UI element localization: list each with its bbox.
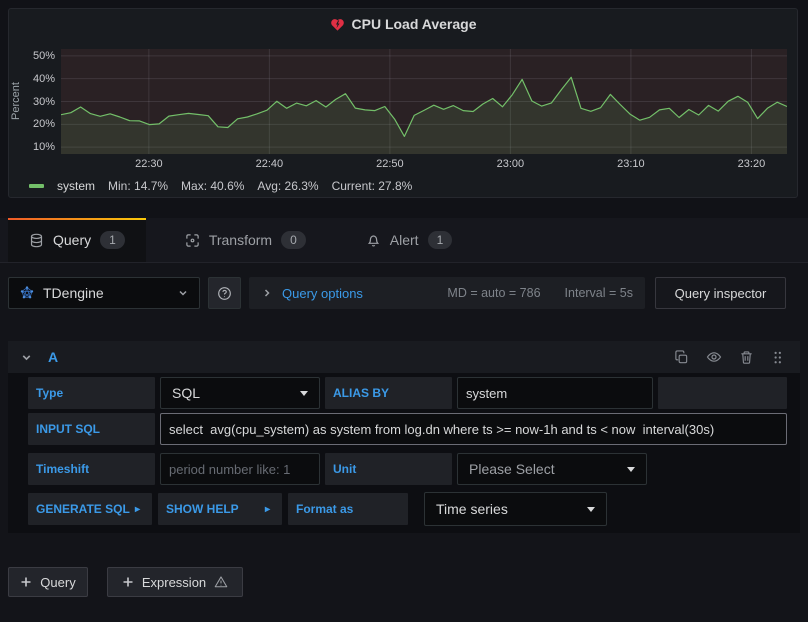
drag-handle-icon[interactable] [771, 350, 784, 365]
x-tick-label: 22:30 [125, 158, 173, 170]
duplicate-query-icon[interactable] [674, 350, 689, 365]
sql-input[interactable] [160, 413, 787, 445]
legend-series-name[interactable]: system [57, 179, 95, 193]
process-icon [185, 233, 200, 248]
generate-sql-button[interactable]: GENERATE SQL ▸ [28, 493, 152, 525]
triangle-right-icon: ▸ [265, 504, 270, 515]
max-datapoints-text: MD = auto = 786 [447, 286, 540, 300]
database-icon [29, 233, 44, 248]
plus-icon [20, 576, 32, 588]
format-as-select[interactable]: Time series [424, 492, 607, 526]
legend-max: Max: 40.6% [181, 179, 244, 193]
legend-current: Current: 27.8% [332, 179, 413, 193]
bell-icon [366, 233, 381, 248]
alias-by-label: ALIAS BY [325, 377, 452, 409]
plus-icon [122, 576, 134, 588]
query-options-bar: Query options MD = auto = 786 Interval =… [249, 277, 645, 309]
y-tick-label: 50% [9, 50, 55, 62]
tab-query-count: 1 [100, 231, 125, 249]
query-row-actions [674, 349, 788, 365]
generate-sql-label: GENERATE SQL [36, 502, 130, 516]
query-options-summary: MD = auto = 786 Interval = 5s [447, 286, 633, 300]
collapse-chevron-icon[interactable] [20, 351, 33, 364]
add-expression-button[interactable]: Expression [107, 567, 243, 597]
hide-query-eye-icon[interactable] [706, 349, 722, 365]
datasource-help-button[interactable] [208, 277, 241, 309]
delete-query-trash-icon[interactable] [739, 350, 754, 365]
format-as-value: Time series [436, 501, 508, 517]
warning-triangle-icon [214, 575, 228, 589]
unit-label: Unit [325, 453, 452, 485]
cpu-load-panel: CPU Load Average Percent 10%20%30%40%50%… [8, 8, 798, 198]
input-sql-label: INPUT SQL [28, 413, 155, 445]
add-query-label: Query [40, 575, 75, 590]
format-as-label: Format as [288, 493, 408, 525]
x-tick-label: 22:50 [366, 158, 414, 170]
add-expression-label: Expression [142, 575, 206, 590]
row-filler [658, 377, 787, 409]
query-row-header[interactable]: A [8, 341, 800, 373]
panel-title: CPU Load Average [352, 16, 477, 32]
type-select-value: SQL [172, 385, 200, 401]
chevron-right-icon[interactable] [261, 287, 273, 299]
show-help-button[interactable]: SHOW HELP ▸ [158, 493, 282, 525]
panel-header[interactable]: CPU Load Average [9, 9, 797, 39]
x-tick-label: 23:10 [607, 158, 655, 170]
tab-transform[interactable]: Transform 0 [164, 218, 327, 262]
question-circle-icon [217, 286, 232, 301]
query-inspector-button[interactable]: Query inspector [655, 277, 786, 309]
caret-down-icon [587, 507, 595, 512]
legend-swatch [29, 184, 44, 188]
type-label: Type [28, 377, 155, 409]
x-tick-label: 23:00 [486, 158, 534, 170]
tdengine-logo-icon [19, 285, 35, 301]
chart-legend: system Min: 14.7% Max: 40.6% Avg: 26.3% … [29, 177, 412, 195]
x-tick-label: 22:40 [245, 158, 293, 170]
datasource-picker[interactable]: TDengine [8, 277, 200, 309]
cpu-load-chart[interactable] [61, 49, 787, 154]
caret-down-icon [300, 391, 308, 396]
tab-transform-count: 0 [281, 231, 306, 249]
timeshift-label: Timeshift [28, 453, 155, 485]
query-ref-id: A [48, 349, 58, 365]
legend-avg: Avg: 26.3% [257, 179, 318, 193]
y-tick-label: 20% [9, 118, 55, 130]
y-tick-label: 10% [9, 141, 55, 153]
alert-heart-icon [330, 17, 345, 32]
datasource-name: TDengine [43, 285, 104, 301]
alias-input[interactable] [457, 377, 653, 409]
timeshift-input[interactable] [160, 453, 320, 485]
tab-alert-count: 1 [428, 231, 453, 249]
x-tick-label: 23:20 [727, 158, 775, 170]
unit-select-value: Please Select [469, 461, 555, 477]
query-editor-form: Type SQL ALIAS BY INPUT SQL Timeshift Un… [8, 373, 800, 533]
chevron-down-icon [177, 287, 189, 299]
y-tick-label: 40% [9, 73, 55, 85]
query-options-toggle[interactable]: Query options [282, 286, 363, 301]
tab-transform-label: Transform [209, 232, 272, 248]
tab-alert[interactable]: Alert 1 [345, 218, 473, 262]
query-toolbar: TDengine Query options MD = auto = 786 I… [8, 277, 800, 309]
unit-select[interactable]: Please Select [457, 453, 647, 485]
tab-query[interactable]: Query 1 [8, 218, 146, 262]
editor-tabbar: Query 1 Transform 0 Alert 1 [0, 218, 808, 263]
show-help-label: SHOW HELP [166, 502, 239, 516]
interval-text: Interval = 5s [565, 286, 633, 300]
legend-min: Min: 14.7% [108, 179, 168, 193]
caret-down-icon [627, 467, 635, 472]
add-query-button[interactable]: Query [8, 567, 88, 597]
y-axis-ticks: 10% 20% 30% 40% 50% [9, 49, 55, 154]
y-tick-label: 30% [9, 96, 55, 108]
tab-alert-label: Alert [390, 232, 419, 248]
tab-query-label: Query [53, 232, 91, 248]
chart-svg [61, 49, 787, 154]
triangle-right-icon: ▸ [135, 504, 140, 515]
type-select[interactable]: SQL [160, 377, 320, 409]
x-axis-ticks: 22:30 22:40 22:50 23:00 23:10 23:20 [61, 158, 787, 172]
